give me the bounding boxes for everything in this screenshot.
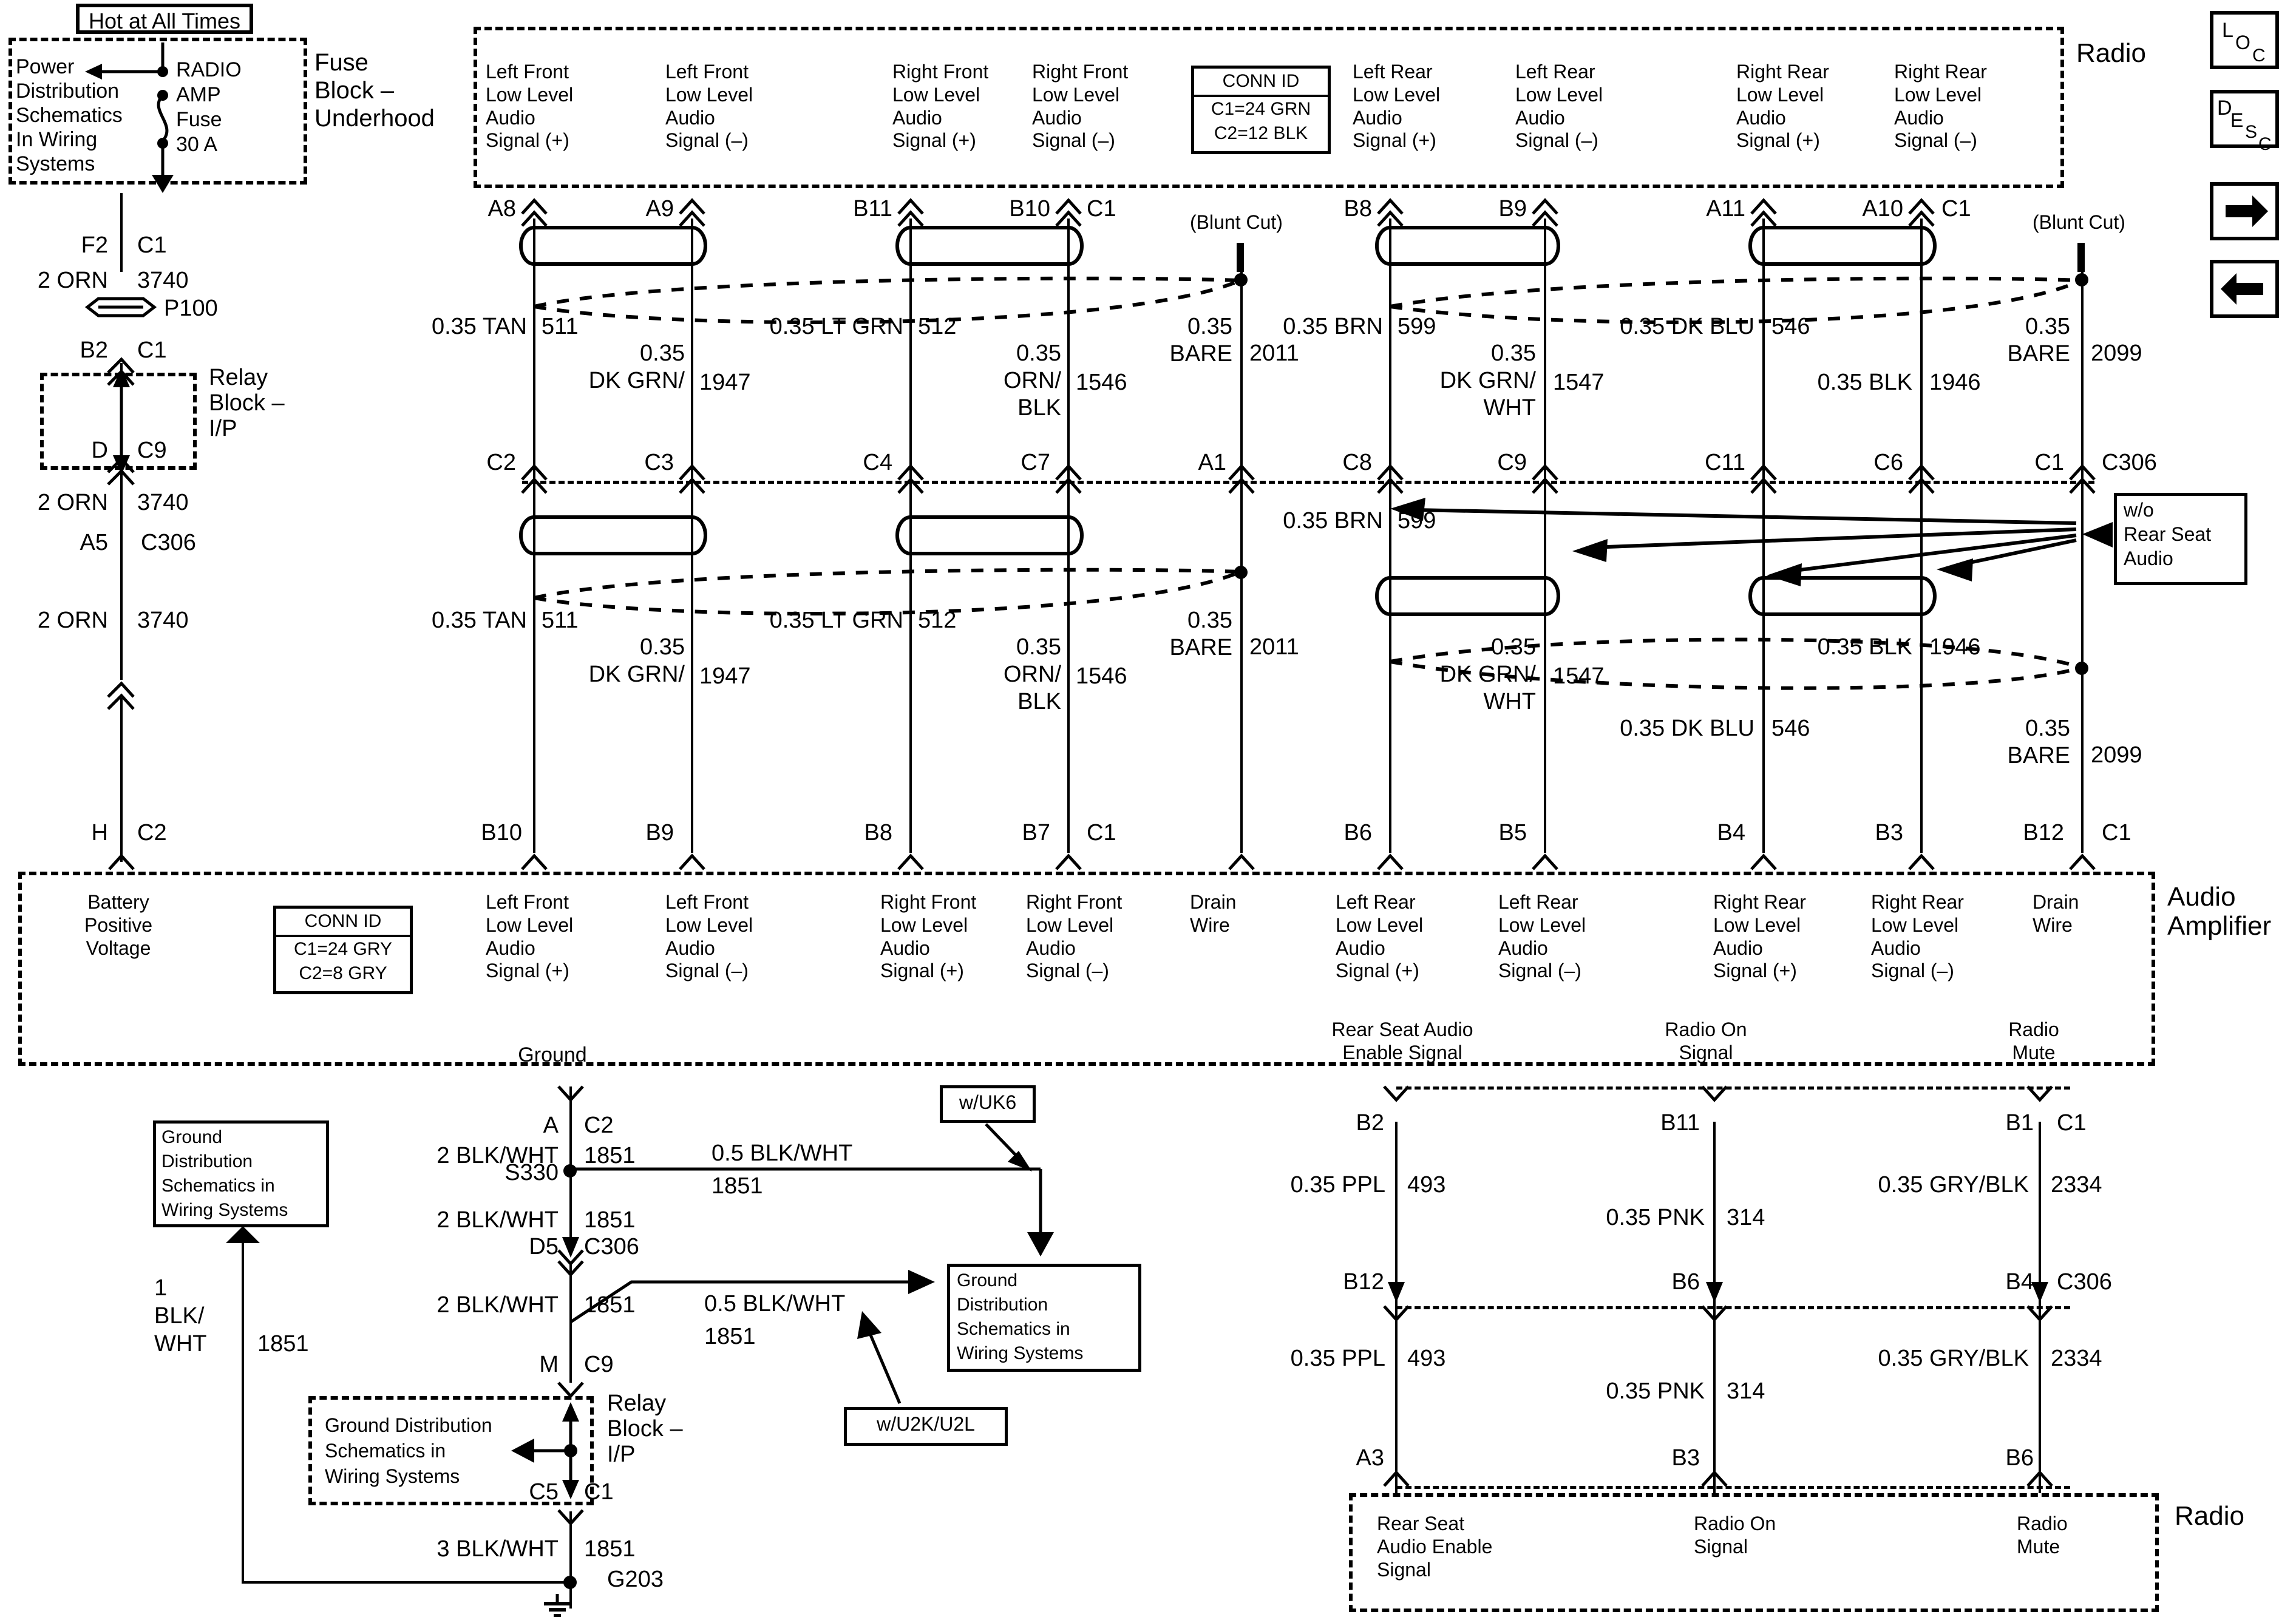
radio-bottom-conn-c1: C1 bbox=[2057, 1110, 2087, 1136]
radio-bottom-wire-color-gryblk-lower: 0.35 GRY/BLK bbox=[1878, 1346, 2029, 1371]
radio-bottom-pin-b6-mid: B6 bbox=[1671, 1269, 1700, 1295]
radio-bottom-wire-circuit-314-upper: 314 bbox=[1727, 1205, 1765, 1230]
radio-bottom-wire-circuit-493-lower: 493 bbox=[1407, 1346, 1446, 1371]
radio-bottom-signal-radio-mute: Radio Mute bbox=[2017, 1513, 2068, 1558]
radio-bottom-wire-circuit-2334-lower: 2334 bbox=[2051, 1346, 2102, 1371]
radio-bottom-pin-b1: B1 bbox=[2005, 1110, 2034, 1136]
radio-bottom-label: Radio bbox=[2175, 1501, 2244, 1531]
radio-bottom-wire-color-ppl-upper: 0.35 PPL bbox=[1290, 1172, 1385, 1198]
radio-bottom-signal-radio-on: Radio On Signal bbox=[1694, 1513, 1776, 1558]
radio-bottom-pin-b11: B11 bbox=[1660, 1110, 1700, 1136]
radio-bottom-wire-color-pnk-lower: 0.35 PNK bbox=[1606, 1378, 1705, 1404]
radio-bottom-wire-circuit-314-lower: 314 bbox=[1727, 1378, 1765, 1404]
radio-bottom-conn-c306: C306 bbox=[2057, 1269, 2112, 1295]
radio-bottom-wire-color-pnk-upper: 0.35 PNK bbox=[1606, 1205, 1705, 1230]
radio-bottom-pin-b4: B4 bbox=[2005, 1269, 2034, 1295]
radio-bottom-wire-color-ppl-lower: 0.35 PPL bbox=[1290, 1346, 1385, 1371]
radio-bottom-wire-circuit-2334-upper: 2334 bbox=[2051, 1172, 2102, 1198]
radio-bottom-signal-rear-seat-audio-enable: Rear Seat Audio Enable Signal bbox=[1377, 1513, 1493, 1581]
radio-bottom-pin-b2: B2 bbox=[1356, 1110, 1384, 1136]
radio-bottom-pin-a3: A3 bbox=[1356, 1445, 1384, 1471]
radio-bottom-wire-color-gryblk-upper: 0.35 GRY/BLK bbox=[1878, 1172, 2029, 1198]
radio-bottom-connector-marks bbox=[1383, 1085, 2053, 1487]
radio-bottom-pin-b6: B6 bbox=[2005, 1445, 2034, 1471]
radio-bottom-pin-b3: B3 bbox=[1671, 1445, 1700, 1471]
radio-bottom-pin-b12: B12 bbox=[1343, 1269, 1384, 1295]
radio-bottom-wire-circuit-493-upper: 493 bbox=[1407, 1172, 1446, 1198]
wiring-diagram-sheet: Hot at All Times Fuse Block – Underhood … bbox=[0, 0, 2296, 1617]
